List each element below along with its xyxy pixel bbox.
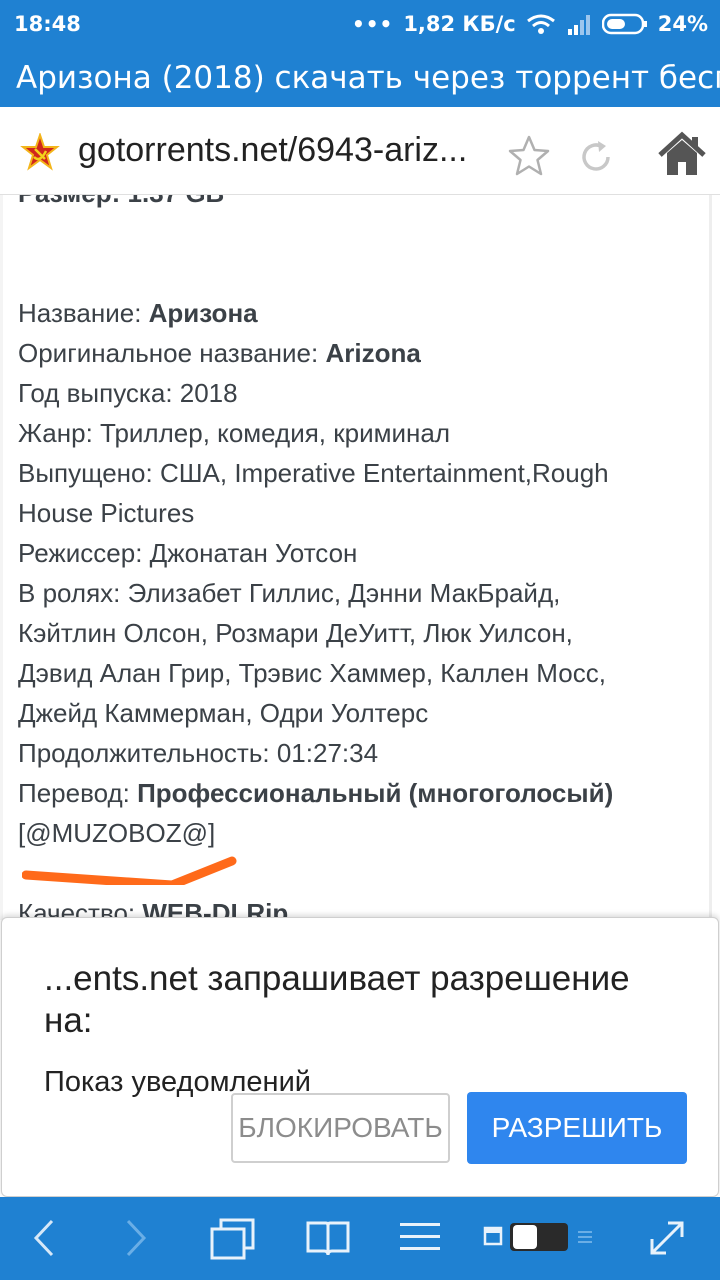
info-line: Перевод: Профессиональный (многоголосый) (18, 778, 614, 808)
url-text[interactable]: gotorrents.net/6943-ariz... (78, 131, 467, 170)
info-line: Название: Аризона (18, 298, 258, 328)
battery-icon (601, 13, 647, 35)
wifi-icon (526, 14, 555, 34)
info-line: Год выпуска: 2018 (18, 378, 238, 408)
back-icon[interactable] (28, 1217, 58, 1259)
forward-icon[interactable] (122, 1217, 152, 1259)
movie-info: Название: Аризона Оригинальное название:… (18, 293, 698, 920)
net-speed: 1,82 КБ/с (403, 12, 516, 36)
cut-off-line: Размер: 1.37 GB (18, 195, 224, 213)
clock: 18:48 (14, 12, 81, 36)
tabs-icon[interactable] (208, 1217, 256, 1261)
page-content: Размер: 1.37 GB Название: Аризона Оригин… (0, 195, 720, 920)
home-icon[interactable] (656, 131, 708, 177)
info-line: Джейд Каммерман, Одри Уолтерс (18, 698, 429, 728)
info-line: Оригинальное название: Arizona (18, 338, 421, 368)
notification-permission-dialog: ...ents.net запрашивает разрешение на: П… (1, 917, 719, 1197)
status-indicators: ••• 1,82 КБ/с 24% (342, 12, 708, 36)
book-icon[interactable] (304, 1217, 352, 1259)
dialog-title: ...ents.net запрашивает разрешение на: (44, 959, 630, 1040)
info-line: Режиссер: Джонатан Уотсон (18, 538, 358, 568)
info-line: Жанр: Триллер, комедия, криминал (18, 418, 451, 448)
menu-icon[interactable] (398, 1217, 442, 1257)
info-line-quality: Качество: WEB-DLRip (18, 898, 289, 920)
site-icon (20, 133, 60, 171)
reload-icon[interactable] (576, 137, 616, 177)
info-line: Дэвид Алан Грир, Трэвис Хаммер, Каллен М… (18, 658, 606, 688)
status-bar: 18:48 ••• 1,82 КБ/с 24% (0, 0, 720, 50)
block-button[interactable]: БЛОКИРОВАТЬ (231, 1093, 450, 1163)
bottom-toolbar (0, 1197, 720, 1280)
allow-button[interactable]: РАЗРЕШИТЬ (467, 1092, 687, 1164)
info-line: Продолжительность: 01:27:34 (18, 738, 379, 768)
star-icon[interactable] (506, 133, 552, 179)
page-title: Аризона (2018) скачать через торрент бес… (0, 50, 720, 107)
signal-icon (567, 15, 590, 35)
info-line: House Pictures (18, 498, 195, 528)
orange-underline-mark (22, 856, 237, 885)
night-mode-toggle-icon[interactable] (482, 1217, 598, 1257)
battery-percent: 24% (657, 12, 708, 36)
info-line: В ролях: Элизабет Гиллис, Дэнни МакБрайд… (18, 578, 561, 608)
info-line: Кэйтлин Олсон, Розмари ДеУитт, Люк Уилсо… (18, 618, 573, 648)
url-bar[interactable]: gotorrents.net/6943-ariz... (0, 107, 720, 195)
fullscreen-icon[interactable] (646, 1217, 688, 1259)
notification-dots: ••• (351, 12, 394, 36)
info-line: Выпущено: США, Imperative Entertainment,… (18, 458, 609, 488)
